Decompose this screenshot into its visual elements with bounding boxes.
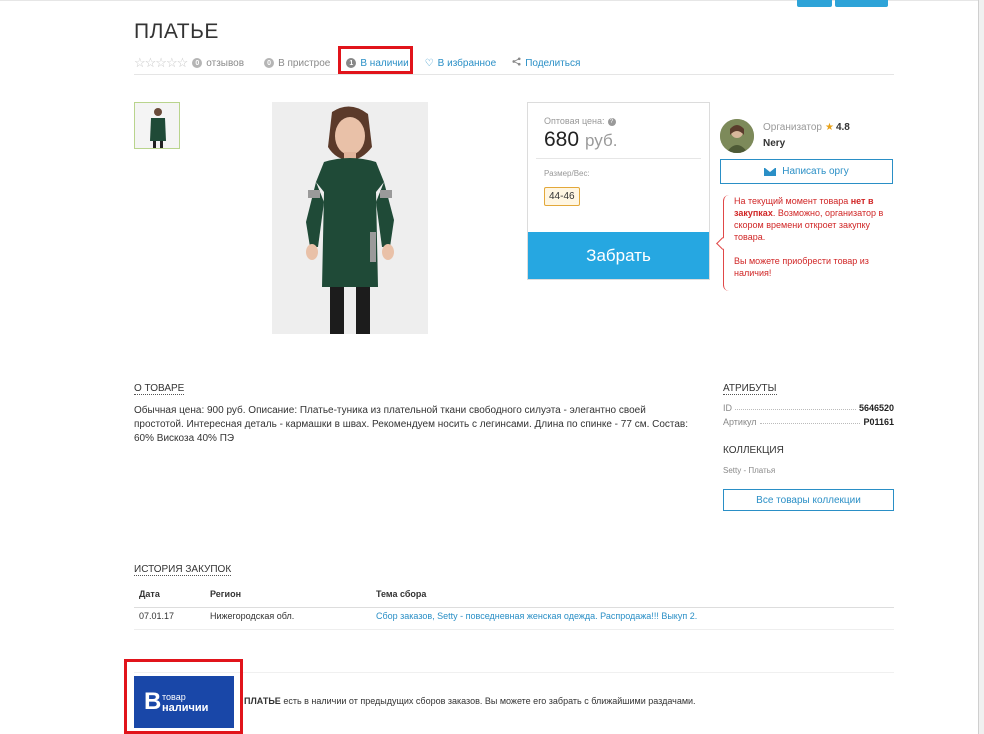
message-organizer-button[interactable]: Написать оргу (720, 159, 893, 184)
pristroy-count: 0 (264, 58, 275, 68)
meta-divider (134, 74, 894, 75)
top-chip-1[interactable] (797, 0, 832, 7)
attribute-row-article: Артикул P01161 (723, 417, 894, 427)
row-date: 07.01.17 (139, 611, 175, 621)
column-region: Регион (210, 589, 241, 599)
all-collection-button[interactable]: Все товары коллекции (723, 489, 894, 511)
pristroy-label: В пристрое (278, 57, 331, 69)
take-button[interactable]: Забрать (528, 232, 709, 279)
product-photo[interactable] (272, 102, 428, 334)
notice-text-1: На текущий момент товара нет в закупках.… (734, 196, 884, 242)
heart-icon: ♡ (424, 57, 434, 69)
window-scrollbar[interactable] (978, 0, 984, 734)
history-heading: ИСТОРИЯ ЗАКУПОК (134, 564, 232, 576)
in-stock-message-text: есть в наличии от предыдущих сборов зака… (280, 696, 696, 706)
favorite-link[interactable]: ♡ В избранное (425, 58, 497, 69)
size-label: Размер/Вес: (544, 169, 590, 178)
in-stock-message: ПЛАТЬЕ есть в наличии от предыдущих сбор… (244, 696, 696, 706)
share-icon (512, 57, 521, 69)
attribute-value: P01161 (863, 417, 894, 427)
table-row: 07.01.17 Нижегородская обл. Сбор заказов… (134, 611, 894, 630)
in-stock-product-name: ПЛАТЬЕ (244, 696, 281, 706)
bottom-divider (134, 672, 894, 673)
attribute-label: ID (723, 403, 732, 413)
row-topic-link[interactable]: Сбор заказов, Setty - повседневная женск… (376, 611, 697, 621)
price-divider (536, 158, 701, 159)
about-heading: О ТОВАРЕ (134, 383, 185, 395)
organizer-rating: 4.8 (835, 122, 850, 133)
product-thumbnail[interactable] (134, 102, 180, 149)
price-panel: Оптовая цена:? 680 руб. Размер/Вес: 44-46… (527, 102, 710, 280)
reviews-link[interactable]: 0 отзывов (192, 58, 244, 69)
highlight-box-badge (124, 659, 243, 734)
organizer-label: Организатор ★ 4.8 (763, 122, 850, 133)
collection-heading: КОЛЛЕКЦИЯ (723, 445, 784, 456)
share-link[interactable]: Поделиться (512, 57, 580, 69)
collection-name: Setty - Платья (723, 466, 776, 475)
notice-text-2: Вы можете приобрести товар из наличия! (734, 256, 869, 278)
price-currency: руб. (585, 131, 618, 150)
pristroy-link[interactable]: 0 В пристрое (264, 58, 330, 69)
purchase-notice: На текущий момент товара нет в закупках.… (716, 195, 891, 291)
organizer-name[interactable]: Nery (763, 138, 785, 149)
history-table-header: Дата Регион Тема сбора (134, 589, 894, 608)
price-value: 680 руб. (544, 128, 618, 151)
column-topic: Тема сбора (376, 589, 427, 599)
reviews-label: отзывов (206, 57, 245, 69)
column-date: Дата (139, 589, 160, 599)
organizer-avatar[interactable] (720, 119, 754, 153)
reviews-count: 0 (192, 58, 203, 68)
attribute-row-id: ID 5646520 (723, 403, 894, 413)
page-title: ПЛАТЬЕ (134, 20, 219, 43)
rating-stars[interactable]: ☆☆☆☆☆ (134, 55, 188, 71)
share-label[interactable]: Поделиться (525, 58, 580, 69)
help-icon[interactable]: ? (607, 117, 616, 126)
star-icon: ★ (824, 122, 834, 133)
favorite-label[interactable]: В избранное (438, 58, 497, 69)
about-text: Обычная цена: 900 руб. Описание: Платье-… (134, 405, 689, 444)
attribute-label: Артикул (723, 417, 757, 427)
top-buttons-strip (797, 0, 888, 7)
envelope-icon (764, 167, 777, 176)
top-chip-2[interactable] (835, 0, 888, 7)
message-organizer-label: Написать оргу (782, 166, 849, 177)
size-option[interactable]: 44-46 (544, 187, 580, 206)
row-region: Нижегородская обл. (210, 611, 295, 621)
attributes-heading: АТРИБУТЫ (723, 383, 777, 395)
wholesale-price-label: Оптовая цена:? (544, 116, 616, 126)
highlight-box-in-stock (338, 46, 413, 74)
notice-pointer (716, 237, 729, 250)
attribute-value: 5646520 (858, 403, 894, 413)
